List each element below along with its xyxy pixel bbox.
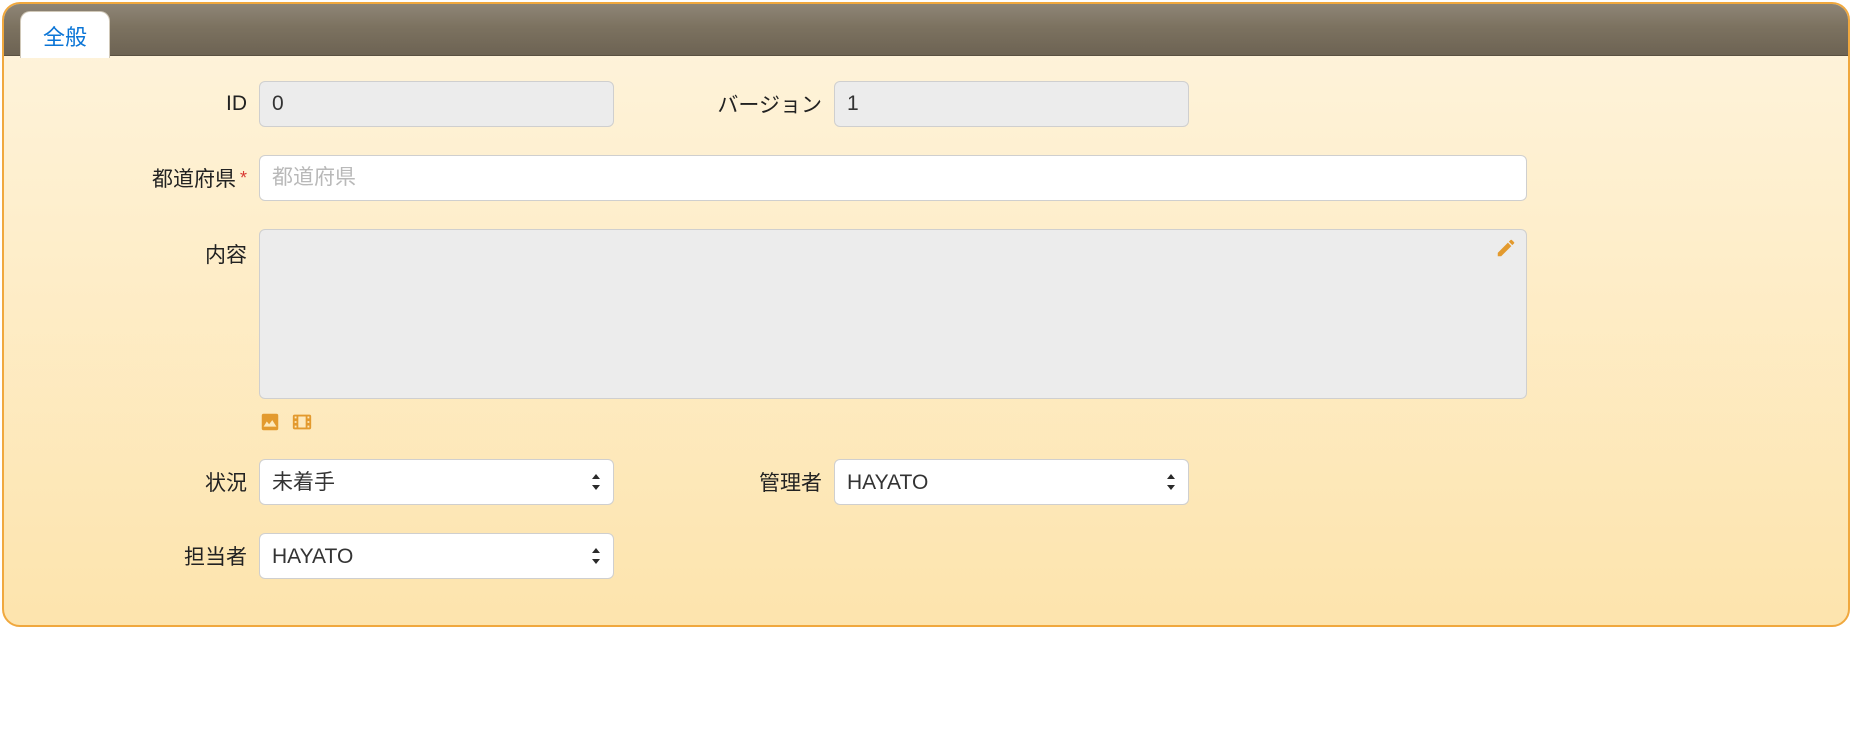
id-field [259, 81, 614, 127]
assignee-label: 担当者 [34, 541, 259, 571]
version-label: バージョン [694, 89, 834, 119]
assignee-select-wrap: HAYATO [259, 533, 614, 579]
version-field [834, 81, 1189, 127]
manager-select[interactable]: HAYATO [834, 459, 1189, 505]
manager-select-wrap: HAYATO [834, 459, 1189, 505]
assignee-select[interactable]: HAYATO [259, 533, 614, 579]
edit-icon[interactable] [1495, 237, 1517, 259]
tab-general[interactable]: 全般 [20, 11, 110, 58]
row-prefecture: 都道府県 * [34, 155, 1818, 201]
tab-bar: 全般 [4, 4, 1848, 56]
body-wrap [259, 229, 1527, 405]
required-mark: * [240, 168, 247, 189]
attach-icons [259, 411, 1527, 433]
image-icon[interactable] [259, 411, 281, 433]
prefecture-label-text: 都道府県 [152, 163, 236, 193]
row-status-manager: 状況 未着手 管理者 HAYATO [34, 459, 1818, 505]
row-assignee: 担当者 HAYATO [34, 533, 1818, 579]
row-id-version: ID バージョン [34, 81, 1818, 127]
manager-label: 管理者 [694, 467, 834, 497]
id-label: ID [34, 92, 259, 116]
body-label: 内容 [34, 229, 259, 269]
body-field[interactable] [259, 229, 1527, 399]
panel: 全般 ID バージョン 都道府県 * [2, 2, 1850, 627]
status-select[interactable]: 未着手 [259, 459, 614, 505]
prefecture-label: 都道府県 * [34, 163, 259, 193]
form-content: ID バージョン 都道府県 * 内容 [4, 56, 1848, 625]
prefecture-field[interactable] [259, 155, 1527, 201]
status-label: 状況 [34, 467, 259, 497]
row-body: 内容 [34, 229, 1818, 433]
film-icon[interactable] [291, 411, 313, 433]
status-select-wrap: 未着手 [259, 459, 614, 505]
